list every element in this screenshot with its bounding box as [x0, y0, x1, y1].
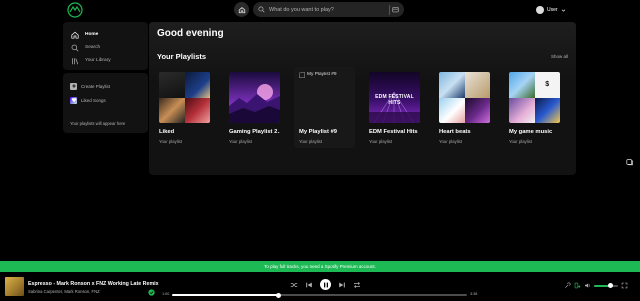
liked-songs-label: Liked Songs [81, 97, 106, 103]
cover-text: EDM FESTIVAL HITS [375, 94, 414, 106]
sidebar-item-search[interactable]: Search [71, 41, 140, 54]
broken-image-icon [299, 72, 305, 78]
repeat-icon[interactable] [353, 281, 361, 289]
playlist-row: Liked Your playlist Gaming Playlist 2… Y… [154, 67, 565, 148]
playlist-card[interactable]: EDM FESTIVAL HITS EDM Festival Hits Your… [364, 67, 425, 148]
browse-icon[interactable] [389, 4, 399, 15]
now-playing-title[interactable]: Espresso - Mark Ronson x FNZ Working Lat… [28, 281, 159, 287]
time-total: 3:38 [470, 292, 478, 296]
create-playlist-label: Create Playlist [81, 83, 111, 89]
top-bar: What do you want to play? User [0, 0, 640, 20]
section-title: Your Playlists [157, 52, 207, 61]
now-playing-cover[interactable] [5, 277, 24, 296]
create-playlist-button[interactable]: Create Playlist [70, 79, 141, 93]
playlist-cover [229, 72, 280, 123]
playlist-title: Heart beats [439, 129, 471, 135]
sidebar-item-label: Search [85, 45, 101, 50]
fullscreen-icon[interactable] [621, 282, 628, 289]
volume-icon[interactable] [584, 282, 591, 289]
playlist-subtitle: Your playlist [509, 139, 533, 144]
playlist-subtitle: Your playlist [159, 139, 183, 144]
previous-icon[interactable] [305, 281, 313, 289]
device-icon[interactable] [574, 282, 581, 289]
plus-icon [70, 82, 77, 90]
playlist-title: Liked [159, 129, 175, 135]
playlist-subtitle: Your playlist [439, 139, 463, 144]
search-icon [258, 6, 265, 13]
user-name: User [547, 7, 558, 13]
search-bar[interactable]: What do you want to play? [253, 2, 404, 17]
progress-bar[interactable] [172, 292, 467, 298]
playlist-subtitle: Your playlist [299, 139, 323, 144]
queue-icon[interactable] [626, 153, 634, 166]
search-icon [71, 44, 79, 51]
volume-handle[interactable] [608, 283, 614, 288]
liked-check-icon[interactable] [148, 283, 155, 296]
playlist-card[interactable]: Liked Your playlist [154, 67, 215, 148]
page-title: Good evening [157, 28, 224, 39]
playlist-title: EDM Festival Hits [369, 129, 418, 135]
pause-icon [323, 282, 328, 287]
playlist-cover: $ [509, 72, 560, 123]
playlist-card[interactable]: My Playlist #9 My Playlist #9 Your playl… [294, 67, 355, 148]
extra-controls [564, 282, 628, 289]
playlist-title: Gaming Playlist 2… [229, 129, 280, 135]
playlist-cover [159, 72, 210, 123]
playlist-cover: EDM FESTIVAL HITS [369, 72, 420, 123]
library-empty-text: Your playlists will appear here [70, 121, 126, 126]
sidebar-item-library[interactable]: Your Library [71, 54, 140, 67]
pause-button[interactable] [320, 279, 331, 290]
playlist-card[interactable]: $ My game music Your playlist [504, 67, 565, 148]
sidebar-item-label: Your Library [85, 58, 111, 63]
player-bar: Espresso - Mark Ronson x FNZ Working Lat… [0, 272, 640, 301]
cover-alt-text: My Playlist #9 [307, 72, 337, 77]
home-icon [71, 31, 79, 39]
playlist-card[interactable]: Gaming Playlist 2… Your playlist [224, 67, 285, 148]
main-content: Good evening Your Playlists Show all Lik… [149, 22, 576, 175]
app-logo-icon[interactable] [67, 2, 83, 18]
user-menu[interactable]: User [536, 4, 566, 16]
shuffle-icon[interactable] [290, 281, 298, 289]
sidebar-library: Create Playlist Liked Songs Your playlis… [63, 73, 148, 133]
playlist-title: My Playlist #9 [299, 129, 338, 135]
sidebar-nav: Home Search Your Library [63, 22, 148, 70]
playlist-title: My game music [509, 129, 553, 135]
avatar [536, 6, 544, 14]
sidebar-item-home[interactable]: Home [71, 28, 140, 41]
library-icon [72, 57, 79, 64]
time-elapsed: 1:00 [162, 292, 170, 296]
show-all-link[interactable]: Show all [551, 54, 568, 59]
sidebar-item-label: Home [85, 32, 99, 37]
now-playing-artists[interactable]: Sabrina Carpenter, Mark Ronson, FNZ [28, 289, 100, 294]
playlist-subtitle: Your playlist [369, 139, 393, 144]
progress-fill [172, 294, 279, 296]
playlist-cover [439, 72, 490, 123]
next-icon[interactable] [338, 281, 346, 289]
heart-icon [70, 96, 77, 104]
home-icon [238, 6, 245, 13]
volume-slider[interactable] [594, 283, 618, 288]
search-input[interactable]: What do you want to play? [269, 7, 389, 13]
premium-banner[interactable]: To play full tracks, you need a Spotify … [0, 261, 640, 272]
progress-handle[interactable] [275, 292, 281, 298]
premium-banner-text: To play full tracks, you need a Spotify … [264, 264, 376, 269]
lyrics-icon[interactable] [564, 282, 571, 289]
playlist-subtitle: Your playlist [229, 139, 253, 144]
chevron-down-icon [561, 9, 565, 12]
playlist-cover: My Playlist #9 [299, 72, 350, 123]
liked-songs-button[interactable]: Liked Songs [70, 93, 141, 107]
playlist-card[interactable]: Heart beats Your playlist [434, 67, 495, 148]
playback-controls [290, 279, 361, 290]
home-button[interactable] [234, 2, 249, 17]
